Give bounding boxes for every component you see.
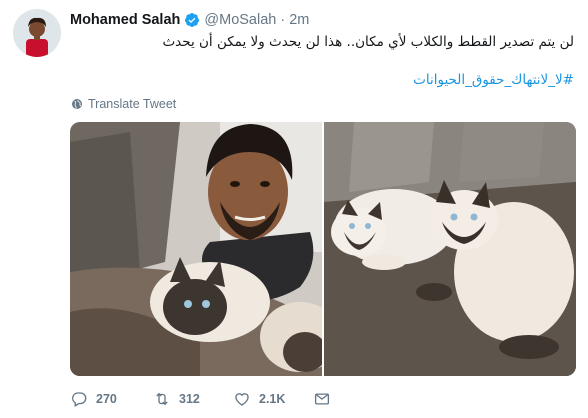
like-button[interactable]: 2.1K bbox=[233, 390, 285, 408]
envelope-icon bbox=[314, 393, 330, 405]
reply-count: 270 bbox=[96, 392, 117, 406]
reply-button[interactable]: 270 bbox=[70, 390, 117, 408]
timestamp[interactable]: 2m bbox=[289, 12, 309, 28]
tweet-media bbox=[70, 122, 576, 376]
direct-message-button[interactable] bbox=[313, 390, 339, 408]
verified-badge-icon bbox=[185, 13, 200, 27]
globe-icon bbox=[72, 99, 82, 109]
hashtag-link[interactable]: #لا_لانتهاك_حقوق_الحيوانات bbox=[74, 70, 574, 90]
reply-icon bbox=[72, 392, 87, 407]
retweet-count: 312 bbox=[179, 392, 200, 406]
retweet-icon bbox=[156, 392, 168, 406]
tweet-text: لن يتم تصدير القطط والكلاب لأي مكان.. هذ… bbox=[162, 34, 574, 50]
author-name[interactable]: Mohamed Salah bbox=[70, 12, 180, 28]
separator-dot: · bbox=[280, 12, 286, 28]
tweet[interactable]: Mohamed Salah @MoSalah · 2m لن يتم تصدير… bbox=[0, 0, 588, 418]
heart-icon bbox=[235, 393, 249, 406]
photo-selfie-with-cat[interactable] bbox=[70, 122, 322, 376]
translate-tweet-link[interactable]: Translate Tweet bbox=[71, 97, 176, 111]
like-count: 2.1K bbox=[259, 392, 286, 406]
tweet-header: Mohamed Salah @MoSalah · 2m bbox=[70, 11, 309, 29]
photo-two-cats-on-rug[interactable] bbox=[324, 122, 576, 376]
tweet-actions: 270 312 2.1K bbox=[70, 388, 370, 410]
translate-label: Translate Tweet bbox=[88, 97, 177, 111]
retweet-button[interactable]: 312 bbox=[153, 390, 200, 408]
avatar[interactable] bbox=[13, 9, 61, 57]
author-handle[interactable]: @MoSalah bbox=[204, 12, 276, 28]
